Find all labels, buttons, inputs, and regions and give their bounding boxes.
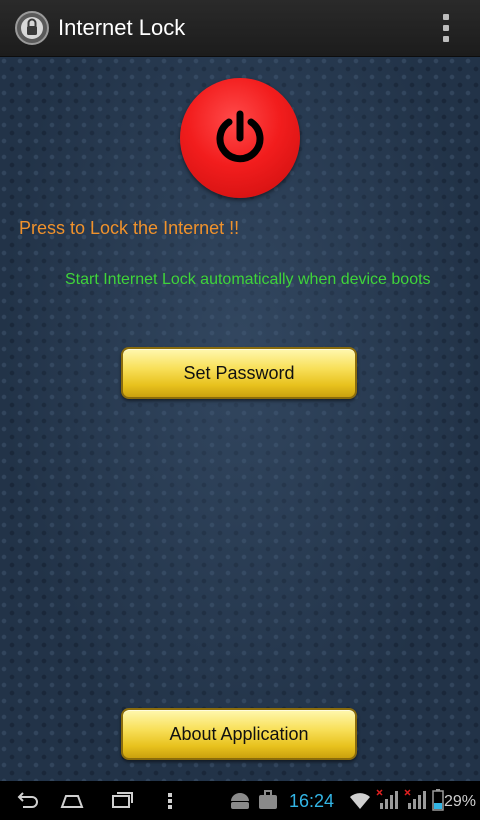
action-bar: Internet Lock: [0, 0, 480, 57]
android-icon: [231, 793, 249, 809]
battery-icon: [432, 789, 444, 811]
recent-apps-icon[interactable]: [108, 787, 136, 815]
set-password-button[interactable]: Set Password: [121, 347, 357, 399]
internet-lock-app-icon: [15, 11, 49, 45]
back-icon[interactable]: [12, 787, 40, 815]
signal-icon: [376, 789, 398, 809]
power-icon: [216, 110, 264, 163]
signal-icon-2: [404, 789, 426, 809]
main-content: Press to Lock the Internet !! Start Inte…: [0, 57, 480, 781]
briefcase-icon: [259, 790, 277, 809]
power-lock-button[interactable]: [180, 78, 300, 198]
app-title: Internet Lock: [58, 15, 186, 40]
overflow-menu-icon[interactable]: [434, 12, 458, 44]
autostart-option[interactable]: Start Internet Lock automatically when d…: [65, 270, 445, 290]
system-nav-bar: 16:24 29%: [0, 781, 480, 820]
lock-status-label: Press to Lock the Internet !!: [19, 218, 240, 238]
battery-percentage: 29%: [444, 793, 477, 810]
about-application-button[interactable]: About Application: [121, 708, 357, 760]
menu-icon[interactable]: [156, 787, 184, 815]
wifi-icon: [350, 793, 370, 809]
home-icon[interactable]: [58, 787, 86, 815]
status-clock: 16:24: [289, 791, 335, 811]
